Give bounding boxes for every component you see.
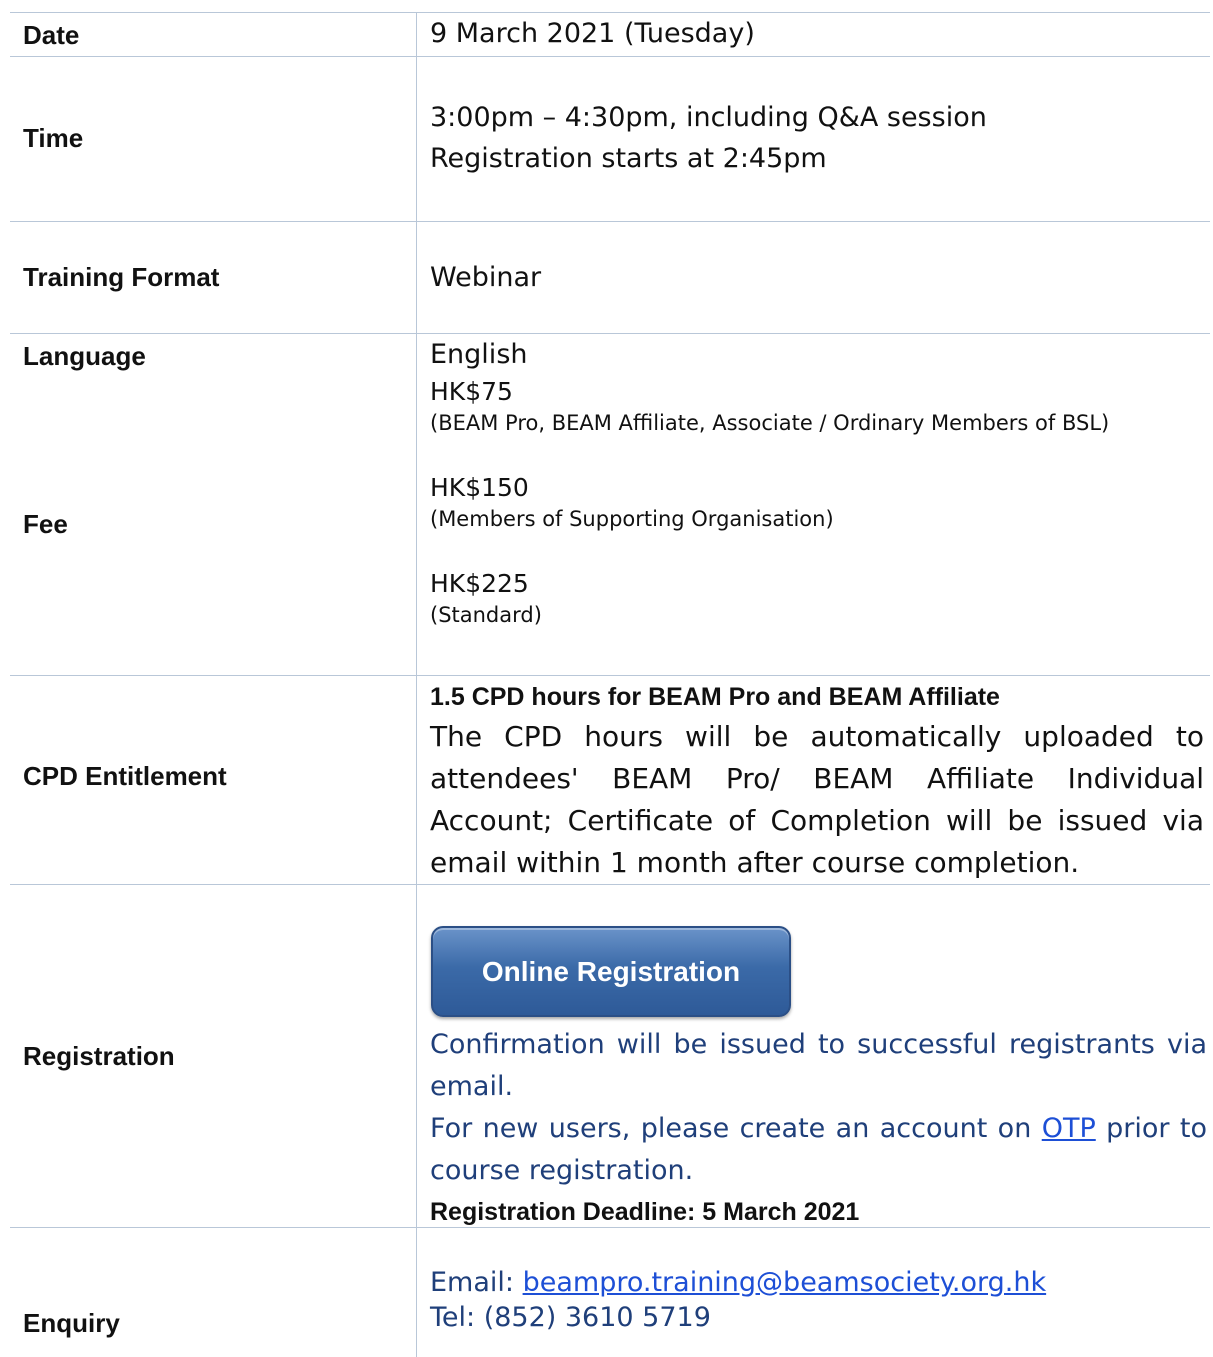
row-fee: Fee HK$75 (BEAM Pro, BEAM Affiliate, Ass… (10, 377, 1210, 675)
otp-link[interactable]: OTP (1042, 1113, 1096, 1144)
row-enquiry: Enquiry Email: beampro.training@beamsoci… (10, 1227, 1210, 1357)
date-label: Date (23, 20, 80, 50)
training-format-label: Training Format (23, 262, 220, 292)
row-time: Time 3:00pm – 4:30pm, including Q&A sess… (10, 56, 1210, 221)
fee-note-1: (BEAM Pro, BEAM Affiliate, Associate / O… (430, 411, 1110, 435)
time-label: Time (23, 123, 84, 153)
fee-price-3: HK$225 (430, 569, 529, 598)
date-value: 9 March 2021 (Tuesday) (430, 18, 755, 49)
email-link[interactable]: beampro.training@beamsociety.org.hk (523, 1267, 1047, 1298)
time-value: 3:00pm – 4:30pm, including Q&A session R… (430, 97, 1204, 179)
cpd-entitlement-value: 1.5 CPD hours for BEAM Pro and BEAM Affi… (430, 678, 1204, 884)
confirmation-text: Confirmation will be issued to successfu… (430, 1029, 1207, 1102)
cpd-heading: 1.5 CPD hours for BEAM Pro and BEAM Affi… (430, 683, 1000, 711)
fee-note-3: (Standard) (430, 603, 542, 627)
language-label: Language (23, 341, 146, 371)
new-users-text-before: For new users, please create an account … (430, 1113, 1042, 1144)
row-date: Date 9 March 2021 (Tuesday) (10, 12, 1210, 56)
fee-note-2: (Members of Supporting Organisation) (430, 507, 834, 531)
enquiry-label: Enquiry (23, 1308, 120, 1338)
training-format-value: Webinar (430, 262, 542, 293)
time-range: 3:00pm – 4:30pm, including Q&A session (430, 102, 987, 133)
email-label: Email: (430, 1267, 523, 1298)
fee-price-1: HK$75 (430, 377, 513, 406)
registration-label: Registration (23, 1041, 175, 1071)
enquiry-tel: Tel: (852) 3610 5719 (430, 1302, 711, 1333)
online-registration-button[interactable]: Online Registration (431, 926, 791, 1017)
fee-label: Fee (23, 509, 68, 539)
cpd-entitlement-label: CPD Entitlement (23, 761, 227, 791)
enquiry-email-line: Email: beampro.training@beamsociety.org.… (430, 1265, 1204, 1300)
fee-price-2: HK$150 (430, 473, 529, 502)
registration-start: Registration starts at 2:45pm (430, 143, 827, 174)
new-users-text: For new users, please create an account … (430, 1108, 1207, 1192)
enquiry-value: Email: beampro.training@beamsociety.org.… (430, 1265, 1204, 1335)
row-cpd-entitlement: CPD Entitlement 1.5 CPD hours for BEAM P… (10, 675, 1210, 884)
fee-value: HK$75 (BEAM Pro, BEAM Affiliate, Associa… (430, 375, 1204, 629)
registration-deadline: Registration Deadline: 5 March 2021 (430, 1198, 860, 1226)
row-language: Language English (10, 333, 1210, 377)
registration-value: Confirmation will be issued to successfu… (430, 1024, 1207, 1232)
cpd-description: The CPD hours will be automatically uplo… (430, 720, 1204, 879)
language-value: English (430, 339, 528, 370)
row-training-format: Training Format Webinar (10, 221, 1210, 333)
